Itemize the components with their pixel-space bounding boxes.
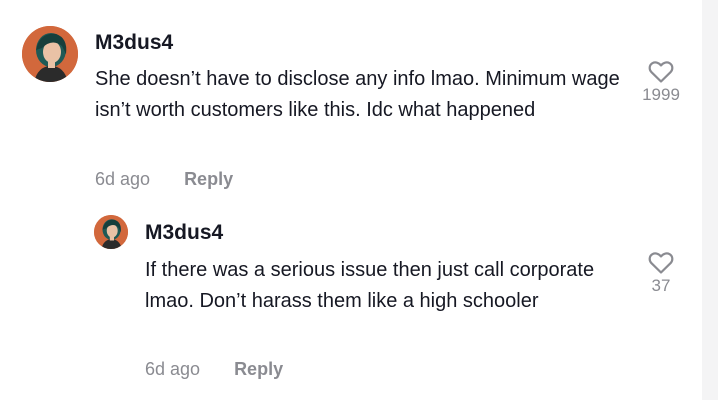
- heart-outline-icon: [648, 61, 674, 83]
- comment-timestamp: 6d ago: [145, 359, 201, 379]
- comment-text: She doesn’t have to disclose any info lm…: [95, 68, 620, 121]
- like-button[interactable]: 37: [636, 251, 686, 296]
- avatar[interactable]: [22, 26, 78, 82]
- reply-button[interactable]: Reply: [234, 359, 283, 379]
- user-avatar-icon: [22, 26, 78, 82]
- like-button[interactable]: 1999: [636, 60, 686, 105]
- comment-timestamp: 6d ago: [95, 169, 151, 189]
- comment-meta: 6d ago Reply: [145, 359, 283, 380]
- comment-username[interactable]: M3dus4: [95, 31, 173, 55]
- scrollbar-track[interactable]: [702, 0, 718, 400]
- avatar[interactable]: [94, 215, 128, 249]
- heart-outline-icon: [648, 252, 674, 274]
- comment-text: If there was a serious issue then just c…: [145, 259, 595, 312]
- like-count: 1999: [642, 85, 680, 104]
- user-avatar-icon: [94, 215, 128, 249]
- like-count: 37: [651, 276, 671, 295]
- comment-meta: 6d ago Reply: [95, 169, 233, 190]
- reply-button[interactable]: Reply: [184, 169, 233, 189]
- comment-username[interactable]: M3dus4: [145, 221, 223, 245]
